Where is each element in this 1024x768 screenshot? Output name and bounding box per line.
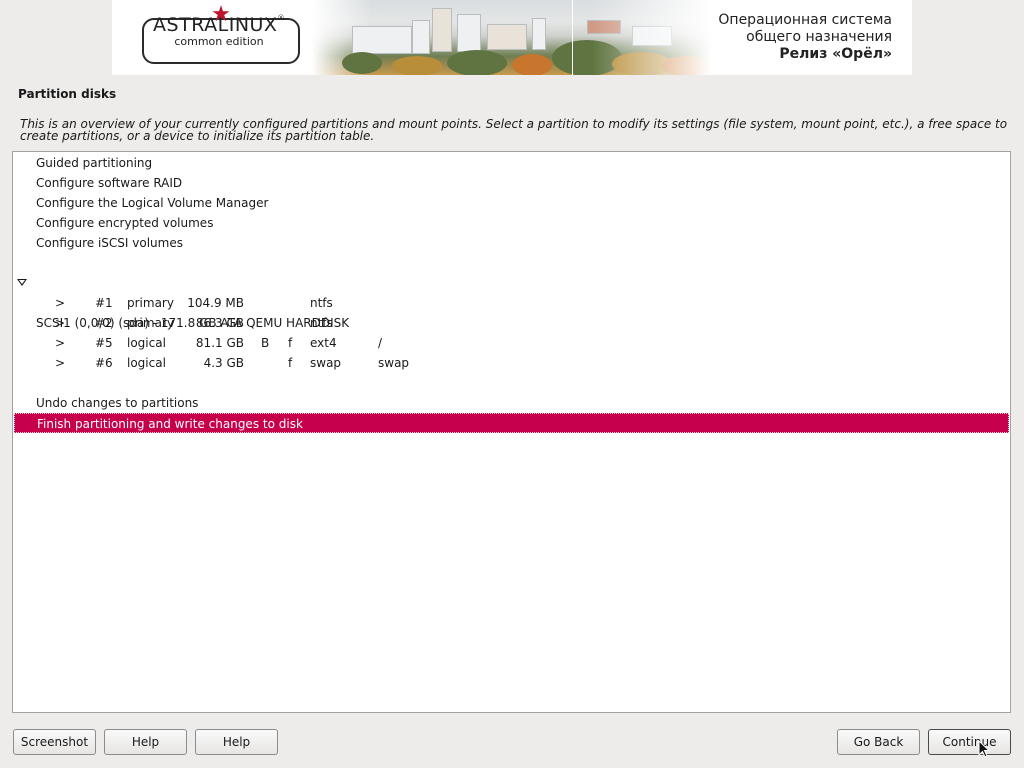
os-line-1: Операционная система — [718, 12, 892, 28]
partition-row[interactable]: > #2 primary 86.3 GB ntfs — [14, 313, 1009, 333]
list-item-guided-partitioning[interactable]: Guided partitioning — [14, 153, 1009, 173]
os-line-2: общего назначения — [746, 29, 892, 45]
continue-button[interactable]: Continue — [928, 729, 1011, 755]
logo-subtitle: common edition — [174, 35, 264, 48]
partition-list[interactable]: Guided partitioning Configure software R… — [12, 151, 1011, 713]
mouse-pointer-icon — [978, 740, 990, 758]
astralinux-logo: ★ ASTRALINUX® common edition — [142, 4, 300, 64]
intro-text: This is an overview of your currently co… — [20, 117, 1008, 143]
os-release: Релиз «Орёл» — [779, 46, 892, 62]
help-button[interactable]: Help — [104, 729, 187, 755]
header-banner: ★ ASTRALINUX® common edition Операционна… — [112, 0, 912, 75]
expand-triangle-icon[interactable] — [17, 279, 27, 286]
screenshot-button[interactable]: Screenshot — [13, 729, 96, 755]
city-photo — [312, 0, 712, 75]
help-button-secondary[interactable]: Help — [195, 729, 278, 755]
list-item-configure-lvm[interactable]: Configure the Logical Volume Manager — [14, 193, 1009, 213]
list-item-configure-iscsi[interactable]: Configure iSCSI volumes — [14, 233, 1009, 253]
list-item-configure-encrypted[interactable]: Configure encrypted volumes — [14, 213, 1009, 233]
os-title: Операционная система общего назначения Р… — [718, 12, 892, 63]
logo-text: ASTRALINUX® — [153, 14, 285, 36]
list-item-finish-partitioning[interactable]: Finish partitioning and write changes to… — [14, 413, 1009, 433]
list-item-configure-raid[interactable]: Configure software RAID — [14, 173, 1009, 193]
partition-row[interactable]: > #5 logical 81.1 GB B f ext4 / — [14, 333, 1009, 353]
photo-divider — [572, 0, 573, 75]
list-item-undo-changes[interactable]: Undo changes to partitions — [14, 393, 1009, 413]
partition-row[interactable]: > #6 logical 4.3 GB f swap swap — [14, 353, 1009, 373]
partition-row[interactable]: > #1 primary 104.9 MB ntfs — [14, 293, 1009, 313]
disk-row-sda[interactable]: SCSI1 (0,0,0) (sda) - 171.8 GB ATA QEMU … — [14, 273, 1009, 330]
go-back-button[interactable]: Go Back — [837, 729, 920, 755]
page-title: Partition disks — [18, 87, 117, 101]
